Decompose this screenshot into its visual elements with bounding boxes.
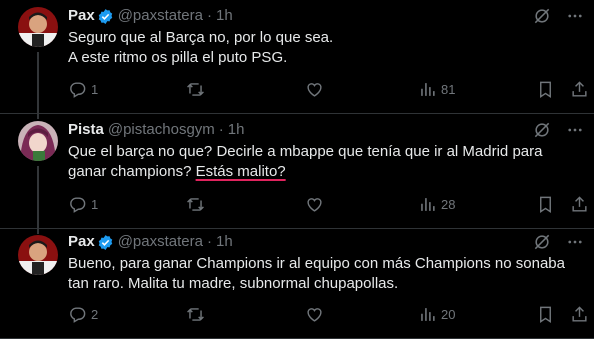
handle[interactable]: @pistachosgym <box>108 121 215 139</box>
bookmark-icon <box>540 81 551 98</box>
bookmark-button[interactable] <box>536 195 555 214</box>
tweet-header: Pista @pistachosgym · 1h <box>68 121 584 139</box>
reply-button[interactable]: 2 <box>68 305 98 324</box>
views-button[interactable]: 20 <box>418 305 455 324</box>
reply-button[interactable]: 1 <box>68 80 98 99</box>
reply-button[interactable]: 1 <box>68 195 98 214</box>
tweet[interactable]: Pax @paxstatera · 1h Seguro que al Barça… <box>0 0 594 119</box>
tweet-text: Que el barça no que? Decirle a mbappe qu… <box>68 142 580 182</box>
like-icon <box>307 197 322 212</box>
verified-badge-icon <box>97 8 114 25</box>
reply-icon <box>70 81 86 98</box>
underlined-text: Estás malito? <box>195 163 286 180</box>
tweet-text-line: A este ritmo os pilla el puto PSG. <box>68 49 288 66</box>
tweet-actions: 1 81 <box>68 79 587 99</box>
bookmark-button[interactable] <box>536 80 555 99</box>
share-button[interactable] <box>570 195 589 214</box>
thread-line <box>37 166 39 234</box>
tweet-text: Bueno, para ganar Champions ir al equipo… <box>68 254 580 294</box>
tweet-text-line: Bueno, para ganar Champions ir al equipo… <box>68 255 565 272</box>
views-icon <box>421 307 435 321</box>
verified-badge-icon <box>97 234 114 251</box>
share-button[interactable] <box>570 305 589 324</box>
views-button[interactable]: 81 <box>418 80 455 99</box>
tweet[interactable]: Pista @pistachosgym · 1h Que el barça no… <box>0 114 594 234</box>
tweet-header: Pax @paxstatera · 1h <box>68 233 584 251</box>
like-icon <box>307 307 322 322</box>
display-name[interactable]: Pista <box>68 121 104 139</box>
tweet-header: Pax @paxstatera · 1h <box>68 7 584 25</box>
views-count: 20 <box>441 306 456 322</box>
retweet-icon <box>187 197 204 211</box>
handle[interactable]: @paxstatera <box>118 7 203 25</box>
views-button[interactable]: 28 <box>418 195 455 214</box>
avatar[interactable] <box>18 7 58 47</box>
reply-icon <box>70 306 86 323</box>
like-button[interactable] <box>305 195 328 214</box>
separator-dot: · <box>218 121 224 138</box>
retweet-button[interactable] <box>186 80 209 99</box>
more-icon[interactable] <box>566 233 584 256</box>
tweet-text-line: ganar champions? Estás malito? <box>68 162 580 182</box>
bookmark-button[interactable] <box>536 305 555 324</box>
views-icon <box>421 82 435 96</box>
retweet-button[interactable] <box>186 305 209 324</box>
timestamp[interactable]: 1h <box>228 121 245 139</box>
reply-count: 2 <box>91 306 99 322</box>
display-name[interactable]: Pax <box>68 7 95 25</box>
views-count: 28 <box>441 196 456 212</box>
tweet-text-line: tan raro. Malita tu madre, subnormal chu… <box>68 275 399 292</box>
reply-count: 1 <box>91 81 99 97</box>
bookmark-icon <box>540 196 551 213</box>
separator-dot: · <box>206 7 212 24</box>
separator-dot: · <box>206 233 212 250</box>
share-button[interactable] <box>570 80 589 99</box>
display-name[interactable]: Pax <box>68 233 95 251</box>
retweet-icon <box>187 307 204 321</box>
avatar[interactable] <box>18 235 58 275</box>
share-icon <box>572 305 587 322</box>
views-icon <box>421 197 435 211</box>
reply-icon <box>70 196 86 213</box>
like-button[interactable] <box>305 80 328 99</box>
tweet-text: Seguro que al Barça no, por lo que sea. … <box>68 28 580 68</box>
views-count: 81 <box>441 81 456 97</box>
tweet[interactable]: Pax @paxstatera · 1h Bueno, para ganar C… <box>0 229 594 339</box>
tweet-text-line: Que el barça no que? Decirle a mbappe qu… <box>68 143 543 160</box>
tweet-actions: 2 20 <box>68 304 587 324</box>
more-icon[interactable] <box>566 7 584 30</box>
share-icon <box>572 80 587 97</box>
tweet-actions: 1 28 <box>68 194 587 214</box>
bookmark-icon <box>540 306 551 323</box>
timestamp[interactable]: 1h <box>216 233 233 251</box>
like-icon <box>307 82 322 97</box>
more-icon[interactable] <box>566 121 584 144</box>
tweet-text-segment: ganar champions? <box>68 163 196 180</box>
share-icon <box>572 195 587 212</box>
avatar[interactable] <box>18 121 58 161</box>
timestamp[interactable]: 1h <box>216 7 233 25</box>
retweet-icon <box>187 82 204 96</box>
handle[interactable]: @paxstatera <box>118 233 203 251</box>
like-button[interactable] <box>305 305 328 324</box>
thread-line <box>37 52 39 119</box>
tweet-text-line: Seguro que al Barça no, por lo que sea. <box>68 29 334 46</box>
reply-count: 1 <box>91 196 99 212</box>
retweet-button[interactable] <box>186 195 209 214</box>
